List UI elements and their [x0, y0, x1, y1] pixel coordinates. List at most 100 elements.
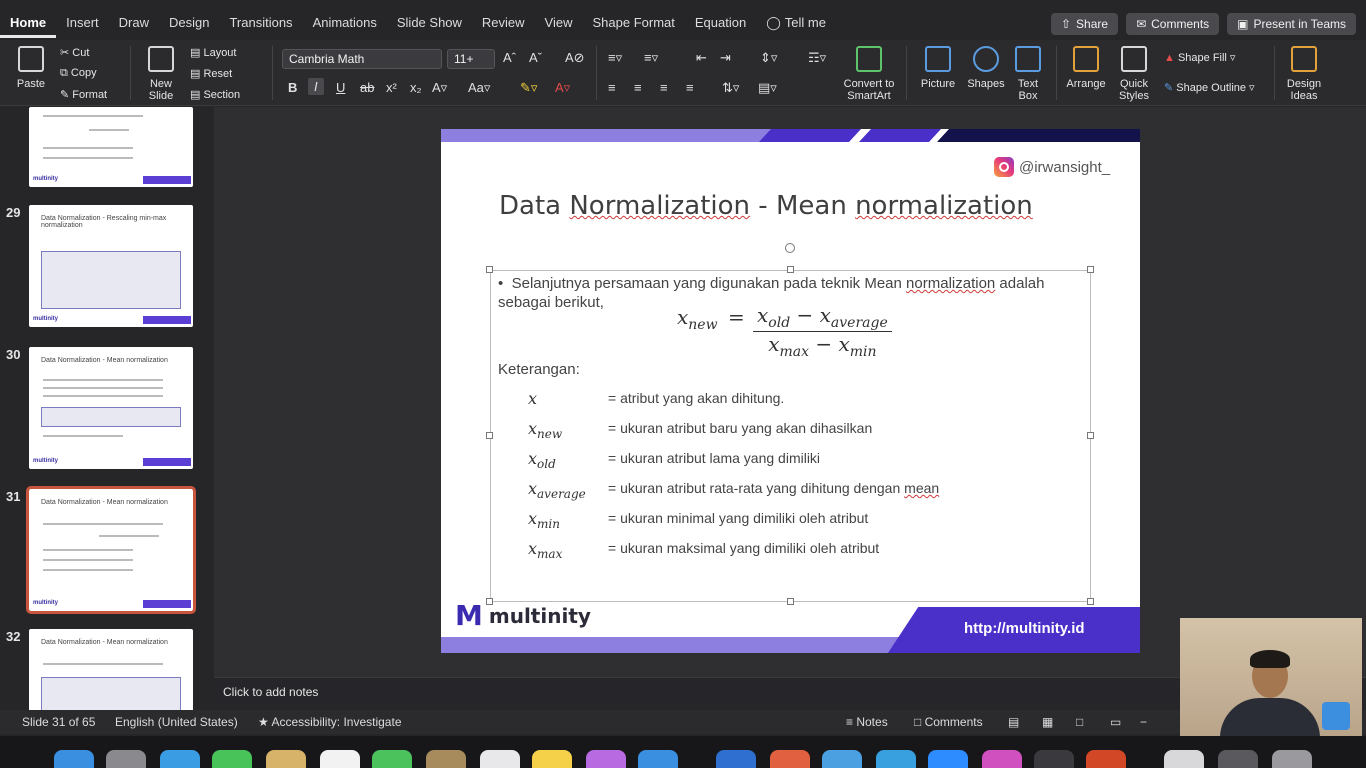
app-icon[interactable]	[982, 750, 1022, 768]
slide-show-icon[interactable]: ▭	[1110, 715, 1121, 729]
decrease-font-icon[interactable]: Aˇ	[529, 50, 542, 65]
tab-transitions[interactable]: Transitions	[219, 8, 302, 38]
numbering-icon[interactable]: ≡▿	[644, 50, 658, 66]
decrease-indent-icon[interactable]: ⇤	[696, 50, 707, 66]
comments-button[interactable]: ✉ Comments	[1126, 13, 1220, 35]
reading-view-icon[interactable]: □	[1076, 715, 1083, 729]
tab-review[interactable]: Review	[472, 8, 535, 38]
app-icon[interactable]	[426, 750, 466, 768]
safari-icon[interactable]	[160, 750, 200, 768]
powerpoint-icon[interactable]	[1086, 750, 1126, 768]
justify-icon[interactable]: ≡	[686, 80, 694, 95]
finder-icon[interactable]	[54, 750, 94, 768]
zoom-out-icon[interactable]: −	[1140, 715, 1147, 729]
normal-view-icon[interactable]: ▤	[1008, 715, 1019, 729]
slide-thumbnail-32[interactable]: Data Normalization - Mean normalization	[29, 629, 193, 710]
convert-smartart-button[interactable]: Convert to SmartArt	[842, 46, 896, 102]
bullets-icon[interactable]: ≡▿	[608, 50, 622, 66]
mean-normalization-formula[interactable]: xnew = xold − xaverage xmax − xmin	[677, 303, 892, 360]
word-icon[interactable]	[716, 750, 756, 768]
slide-31[interactable]: @irwansight_ Data Normalization - Mean n…	[441, 129, 1140, 653]
language-indicator[interactable]: English (United States)	[115, 715, 238, 729]
tell-me[interactable]: ◯ Tell me	[756, 8, 836, 38]
launchpad-icon[interactable]	[106, 750, 146, 768]
reset-button[interactable]: ▤ Reset	[190, 67, 232, 80]
telegram-icon[interactable]	[876, 750, 916, 768]
align-text-icon[interactable]: ▤▿	[758, 80, 777, 96]
rotate-handle[interactable]	[785, 243, 795, 253]
paste-button[interactable]: Paste	[12, 46, 50, 90]
tab-design[interactable]: Design	[159, 8, 219, 38]
highlight-icon[interactable]: ✎▿	[520, 80, 537, 96]
notes-button[interactable]: ≡ Notes	[846, 715, 888, 729]
resize-handle[interactable]	[1087, 598, 1094, 605]
reminders-icon[interactable]	[480, 750, 520, 768]
line-spacing-icon[interactable]: ⇕▿	[760, 50, 777, 66]
text-box-button[interactable]: Text Box	[1010, 46, 1046, 102]
tab-slide-show[interactable]: Slide Show	[387, 8, 472, 38]
notes-app-icon[interactable]	[532, 750, 572, 768]
app-store-icon[interactable]	[638, 750, 678, 768]
resize-handle[interactable]	[1087, 432, 1094, 439]
shape-fill-button[interactable]: ▲ Shape Fill ▿	[1164, 51, 1235, 64]
shapes-button[interactable]: Shapes	[964, 46, 1008, 90]
text-direction-icon[interactable]: ⇅▿	[722, 80, 739, 96]
picture-button[interactable]: Picture	[914, 46, 962, 90]
resize-handle[interactable]	[486, 432, 493, 439]
resize-handle[interactable]	[486, 266, 493, 273]
whatsapp-icon[interactable]	[372, 750, 412, 768]
podcasts-icon[interactable]	[586, 750, 626, 768]
resize-handle[interactable]	[787, 266, 794, 273]
font-size-select[interactable]: 11+	[447, 49, 495, 69]
superscript-icon[interactable]: x²	[386, 80, 397, 95]
text-effects-icon[interactable]: A▿	[432, 80, 447, 96]
align-left-icon[interactable]: ≡	[608, 80, 616, 95]
app-icon[interactable]	[822, 750, 862, 768]
new-slide-button[interactable]: New Slide	[140, 46, 182, 102]
tab-view[interactable]: View	[535, 8, 583, 38]
app-icon[interactable]	[1218, 750, 1258, 768]
tab-home[interactable]: Home	[0, 8, 57, 38]
layout-button[interactable]: ▤ Layout	[190, 46, 236, 59]
photos-icon[interactable]	[266, 750, 306, 768]
font-color-icon[interactable]: A▿	[555, 80, 570, 96]
cut-button[interactable]: ✂ Cut	[60, 46, 89, 59]
increase-indent-icon[interactable]: ⇥	[720, 50, 731, 66]
document-icon[interactable]	[1164, 750, 1204, 768]
subscript-icon[interactable]: x₂	[410, 80, 422, 95]
calendar-icon[interactable]	[320, 750, 360, 768]
zoom-icon[interactable]	[928, 750, 968, 768]
quick-styles-button[interactable]: Quick Styles	[1112, 46, 1156, 102]
slide-thumbnail-30[interactable]: Data Normalization - Mean normalization …	[29, 347, 193, 469]
clear-format-icon[interactable]: A⊘	[565, 50, 585, 66]
copy-button[interactable]: ⧉ Copy	[60, 67, 97, 80]
font-name-select[interactable]: Cambria Math	[282, 49, 442, 69]
app-icon[interactable]	[770, 750, 810, 768]
tab-draw[interactable]: Draw	[109, 8, 159, 38]
resize-handle[interactable]	[787, 598, 794, 605]
tab-animations[interactable]: Animations	[303, 8, 387, 38]
status-comments-button[interactable]: □ Comments	[914, 715, 983, 729]
accessibility-checker[interactable]: ★ Accessibility: Investigate	[258, 715, 402, 729]
align-right-icon[interactable]: ≡	[660, 80, 668, 95]
format-painter-button[interactable]: ✎ Format	[60, 88, 107, 101]
app-icon[interactable]	[1034, 750, 1074, 768]
present-in-teams-button[interactable]: ▣ Present in Teams	[1227, 13, 1356, 35]
slide-title[interactable]: Data Normalization - Mean normalization	[499, 191, 1033, 221]
strikethrough-icon[interactable]: ab	[360, 80, 374, 95]
slide-thumbnail-pane[interactable]: multinity 29 Data Normalization - Rescal…	[0, 107, 213, 710]
italic-icon[interactable]: I	[308, 78, 324, 95]
slide-thumbnail-29[interactable]: Data Normalization - Rescaling min-max n…	[29, 205, 193, 327]
share-button[interactable]: ⇧ Share	[1050, 13, 1119, 35]
shape-outline-button[interactable]: ✎ Shape Outline ▿	[1164, 81, 1255, 94]
slide-sorter-icon[interactable]: ▦	[1042, 715, 1053, 729]
slide-thumbnail-31-selected[interactable]: Data Normalization - Mean normalization …	[26, 486, 196, 614]
design-ideas-button[interactable]: Design Ideas	[1282, 46, 1326, 102]
tab-equation[interactable]: Equation	[685, 8, 756, 38]
tab-insert[interactable]: Insert	[56, 8, 109, 38]
slide-thumbnail-28[interactable]: multinity	[29, 107, 193, 187]
bold-icon[interactable]: B	[288, 80, 297, 95]
align-center-icon[interactable]: ≡	[634, 80, 642, 95]
underline-icon[interactable]: U	[336, 80, 345, 95]
columns-icon[interactable]: ☶▿	[808, 50, 826, 66]
